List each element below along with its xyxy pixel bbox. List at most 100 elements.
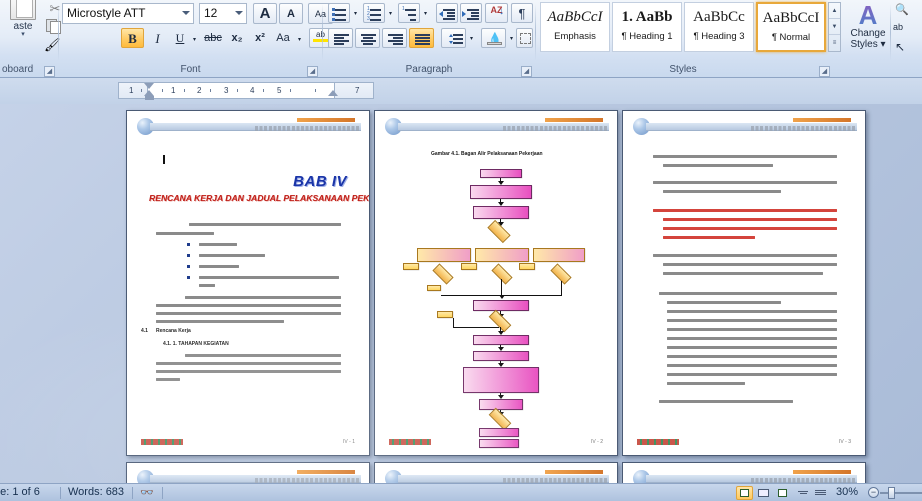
paragraph-dialog-launcher[interactable]: ◢ — [521, 66, 532, 77]
body-line — [667, 355, 837, 358]
styles-dialog-launcher[interactable]: ◢ — [819, 66, 830, 77]
paste-dropdown-arrow[interactable]: ▾ — [6, 31, 40, 38]
line-spacing-button[interactable] — [441, 28, 466, 48]
flow-decision-diskusi-2 — [488, 407, 512, 431]
change-case-button[interactable]: Aa — [272, 28, 294, 48]
borders-button[interactable] — [516, 28, 533, 48]
page-indicator[interactable]: ge: 1 of 6 — [0, 486, 40, 498]
header-sphere-graphic — [385, 470, 402, 483]
flow-node-perumusan-rencana — [463, 367, 539, 393]
shading-button[interactable]: 💧 — [481, 28, 506, 48]
multilevel-dropdown-arrow[interactable]: ▾ — [421, 9, 430, 18]
flow-node-pengumpulan-data — [417, 248, 471, 262]
align-right-button[interactable] — [382, 28, 407, 48]
font-dialog-launcher[interactable]: ◢ — [307, 66, 318, 77]
numbering-button[interactable]: 1 2 3 — [363, 3, 385, 23]
flow-note-ya — [427, 285, 441, 291]
superscript-button[interactable]: x² — [249, 28, 271, 48]
chevron-down-icon[interactable] — [182, 11, 190, 15]
underline-button[interactable]: U — [170, 28, 190, 48]
proofing-errors-icon[interactable]: 👓 — [140, 486, 154, 499]
document-page-6[interactable] — [622, 462, 866, 483]
document-page-5[interactable] — [374, 462, 618, 483]
left-indent-marker[interactable] — [145, 96, 154, 100]
styles-scroll-down-button[interactable]: ▼ — [829, 19, 840, 35]
zoom-level-label[interactable]: 30% — [836, 486, 858, 498]
document-page-2[interactable]: Gambar 4.1. Bagan Alir Pelaksanaan Peker… — [374, 110, 618, 456]
header-title-graphic — [793, 118, 851, 122]
sort-button[interactable]: AZ ↓ — [485, 3, 508, 23]
flow-note-data — [519, 263, 535, 270]
underline-dropdown-arrow[interactable]: ▾ — [190, 35, 199, 44]
bullets-button[interactable] — [328, 3, 350, 23]
first-line-indent-marker[interactable] — [144, 83, 154, 89]
list-item-line — [663, 164, 773, 167]
list-item-line-deleted — [663, 236, 755, 239]
zoom-slider[interactable] — [880, 492, 922, 494]
justify-button[interactable] — [409, 28, 434, 48]
chevron-down-icon[interactable] — [235, 11, 243, 15]
decrease-indent-button[interactable] — [436, 3, 458, 23]
align-left-button[interactable] — [328, 28, 353, 48]
strikethrough-button[interactable]: abc — [201, 28, 225, 48]
list-item-line — [663, 190, 781, 193]
header-subtitle-graphic — [751, 126, 855, 131]
page1-heading-title: RENCANA KERJA DAN JADUAL PELAKSANAAN PEK… — [149, 193, 370, 203]
flow-node-laporan-pendahuluan — [473, 206, 529, 219]
replace-button[interactable]: ab — [893, 22, 903, 32]
line-spacing-dropdown-arrow[interactable]: ▾ — [467, 34, 476, 43]
zoom-out-button[interactable]: − — [868, 487, 879, 498]
body-line — [667, 373, 837, 376]
shading-dropdown-arrow[interactable]: ▾ — [507, 34, 516, 43]
shrink-font-button[interactable]: A — [279, 3, 303, 24]
select-icon[interactable]: ↖ — [895, 40, 905, 54]
list-item-line — [653, 254, 837, 257]
change-styles-button[interactable]: A Change Styles ▾ — [846, 2, 890, 50]
align-center-button[interactable] — [355, 28, 380, 48]
italic-button[interactable]: I — [146, 28, 169, 48]
paste-icon — [10, 0, 36, 20]
clipboard-dialog-launcher[interactable]: ◢ — [44, 66, 55, 77]
document-page-1[interactable]: BAB IV RENCANA KERJA DAN JADUAL PELAKSAN… — [126, 110, 370, 456]
document-page-3[interactable]: IV - 3 — [622, 110, 866, 456]
subscript-button[interactable]: x₂ — [226, 28, 248, 48]
font-name-input[interactable]: Microstyle ATT — [62, 3, 194, 24]
bullets-dropdown-arrow[interactable]: ▾ — [351, 9, 360, 18]
style-item-heading-1[interactable]: 1. AaBb ¶ Heading 1 — [612, 2, 682, 52]
style-preview: AaBbCc — [693, 9, 745, 25]
ruler-mark: 3 — [224, 86, 229, 95]
align-left-icon — [333, 34, 350, 45]
multilevel-list-button[interactable]: 1 — [398, 3, 420, 23]
view-draft-button[interactable] — [812, 486, 829, 500]
find-icon[interactable]: 🔍 — [895, 3, 909, 16]
show-formatting-marks-button[interactable]: ¶ — [511, 3, 533, 23]
styles-scroll-up-button[interactable]: ▲ — [829, 3, 840, 19]
horizontal-ruler[interactable]: 1 1 2 3 4 5 7 — [118, 82, 374, 100]
paste-button[interactable]: aste ▾ — [6, 0, 40, 38]
justify-icon — [414, 34, 431, 45]
bold-button[interactable]: B — [121, 28, 144, 48]
view-web-layout-button[interactable] — [774, 486, 791, 500]
style-item-heading-3[interactable]: AaBbCc ¶ Heading 3 — [684, 2, 754, 52]
change-case-dropdown-arrow[interactable]: ▾ — [295, 35, 304, 44]
document-workspace[interactable]: BAB IV RENCANA KERJA DAN JADUAL PELAKSAN… — [0, 104, 922, 483]
view-outline-button[interactable] — [793, 486, 810, 500]
style-label: Emphasis — [554, 31, 596, 42]
styles-gallery-scrollbar[interactable]: ▲ ▼ ≡ — [828, 2, 841, 52]
increase-indent-button[interactable] — [460, 3, 482, 23]
group-label-font: Font — [180, 64, 201, 75]
right-indent-marker[interactable] — [328, 90, 338, 96]
zoom-slider-handle[interactable] — [888, 487, 895, 499]
styles-more-button[interactable]: ≡ — [829, 35, 840, 51]
view-print-layout-button[interactable] — [736, 486, 753, 500]
decrease-indent-icon — [439, 9, 456, 20]
numbering-dropdown-arrow[interactable]: ▾ — [386, 9, 395, 18]
grow-font-button[interactable]: A — [253, 3, 277, 24]
font-size-input[interactable]: 12 — [199, 3, 247, 24]
style-item-normal[interactable]: AaBbCcI ¶ Normal — [756, 2, 826, 52]
document-page-4[interactable] — [126, 462, 370, 483]
body-line — [156, 370, 341, 373]
style-item-emphasis[interactable]: AaBbCcI Emphasis — [540, 2, 610, 52]
word-count[interactable]: Words: 683 — [68, 486, 124, 498]
view-full-screen-reading-button[interactable] — [755, 486, 772, 500]
